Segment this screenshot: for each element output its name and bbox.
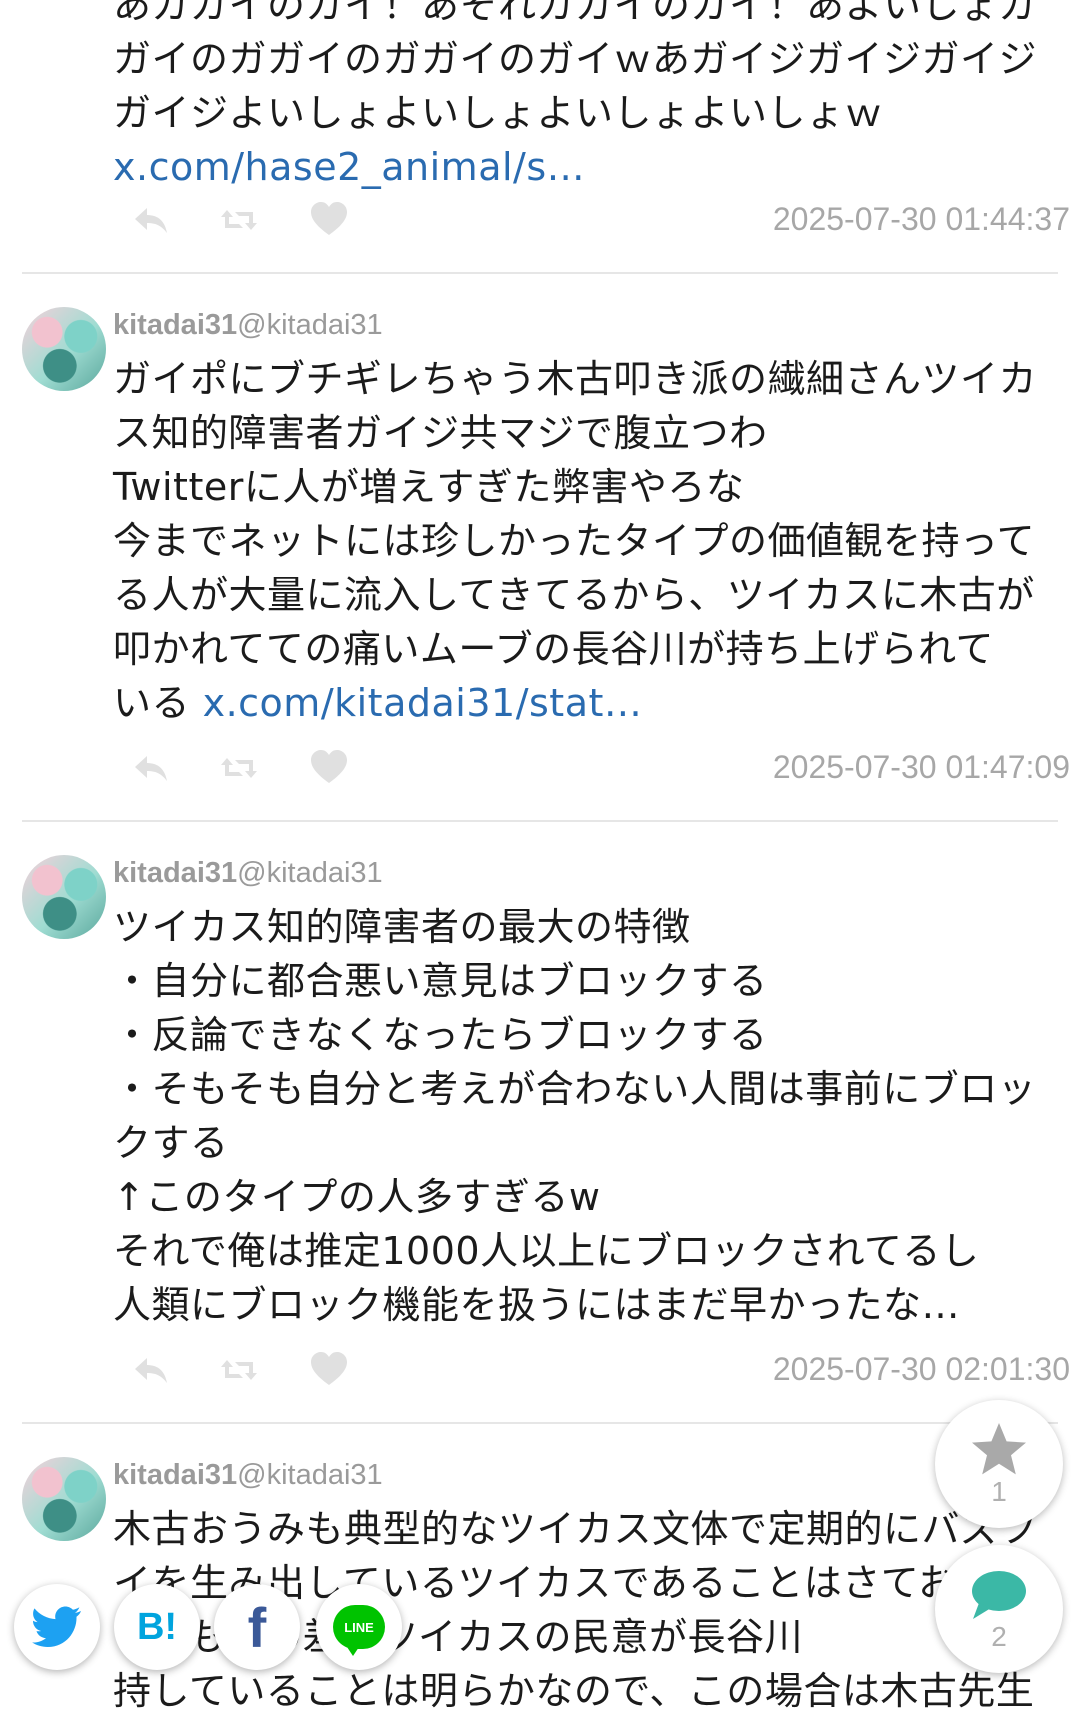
user-name: kitadai31: [113, 857, 238, 889]
post-text-line: ・そもそも自分と考えが合わない人間は事前にブロッ: [113, 1067, 1037, 1111]
post-text-tail: いる: [113, 681, 203, 725]
post-text-line: 人類にブロック機能を扱うにはまだ早かったな…: [113, 1283, 961, 1327]
post-text-line: Twitterに人が増えすぎた弊害やろな: [113, 465, 745, 509]
post-link[interactable]: x.com/kitadai31/stat…: [203, 681, 643, 725]
comment-button[interactable]: 2: [935, 1545, 1063, 1673]
user-handle: @kitadai31: [237, 1459, 383, 1491]
post-timestamp: 2025-07-30 02:01:30: [772, 1351, 1070, 1387]
retweet-icon[interactable]: [218, 748, 260, 788]
post-text-line-last: いる x.com/kitadai31/stat…: [113, 676, 1048, 730]
facebook-share-button[interactable]: f: [214, 1584, 300, 1670]
post-text-line: 木古おうみも典型的なツイカス文体で定期的にバズツ: [113, 1507, 1038, 1551]
reply-icon[interactable]: [130, 748, 172, 788]
post-author[interactable]: kitadai31@kitadai31: [113, 853, 383, 893]
post-text-line: 持していることは明らかなので、この場合は木古先生: [113, 1669, 1035, 1713]
line-share-button[interactable]: LINE: [316, 1584, 402, 1670]
user-handle: @kitadai31: [237, 309, 383, 341]
hatena-icon: B!: [136, 1605, 178, 1648]
post-text-line: ・自分に都合悪い意見はブロックする: [113, 959, 768, 1003]
heart-icon[interactable]: [308, 1350, 350, 1390]
user-handle: @kitadai31: [237, 857, 383, 889]
post-divider: [22, 1422, 1058, 1424]
heart-icon[interactable]: [308, 200, 350, 240]
post-author[interactable]: kitadai31@kitadai31: [113, 1455, 383, 1495]
post-actions: 2025-07-30 01:47:09: [130, 742, 1070, 792]
avatar[interactable]: [22, 307, 106, 391]
reply-icon[interactable]: [130, 1350, 172, 1390]
post-timestamp: 2025-07-30 01:44:37: [772, 201, 1070, 237]
post-author[interactable]: kitadai31@kitadai31: [113, 305, 383, 345]
post-text-line: ス知的障害者ガイジ共マジで腹立つわ: [113, 411, 768, 455]
comment-count: 2: [991, 1621, 1007, 1652]
avatar[interactable]: [22, 1457, 106, 1541]
post-actions: 2025-07-30 02:01:30: [130, 1344, 1070, 1394]
post-text: あガガイのガイ！あそれガガイのガイ！あよいしょガ ガイのガガイのガガイのガイｗあ…: [113, 0, 1048, 194]
post-text-line: る人が大量に流入してきてるから、ツイカスに木古が: [113, 573, 1035, 617]
facebook-icon: f: [247, 1595, 267, 1659]
post-text-line: 叩かれてての痛いムーブの長谷川が持ち上げられて: [113, 627, 994, 671]
retweet-icon[interactable]: [218, 200, 260, 240]
post-text-line: あガガイのガイ！あそれガガイのガイ！あよいしょガ: [113, 0, 1038, 27]
favorite-button[interactable]: 1: [935, 1400, 1063, 1528]
heart-icon[interactable]: [308, 748, 350, 788]
post-text: ツイカス知的障害者の最大の特徴 ・自分に都合悪い意見はブロックする ・反論できな…: [113, 900, 1048, 1332]
user-name: kitadai31: [113, 309, 238, 341]
user-name: kitadai31: [113, 1459, 238, 1491]
post-divider: [22, 820, 1058, 822]
post-text-line: ↑このタイプの人多すぎるw: [113, 1175, 601, 1219]
favorite-count: 1: [991, 1476, 1007, 1507]
post-text-line: ・反論できなくなったらブロックする: [113, 1013, 768, 1057]
post-text-line: 今までネットには珍しかったタイプの価値観を持って: [113, 519, 1036, 563]
post-text-line: ガイのガガイのガガイのガイｗあガイジガイジガイジ: [113, 37, 1038, 81]
speech-bubble-icon: [972, 1571, 1026, 1619]
line-label: LINE: [344, 1619, 374, 1635]
timeline-feed: あガガイのガイ！あそれガガイのガイ！あよいしょガ ガイのガガイのガガイのガイｗあ…: [0, 0, 1080, 1713]
post-text-line: それで俺は推定1000人以上にブロックされてるし: [113, 1229, 980, 1273]
line-icon: LINE: [333, 1605, 385, 1656]
post-text-line: ガイジよいしょよいしょよいしょよいしょｗ: [113, 91, 884, 135]
star-icon: [972, 1423, 1026, 1475]
post-timestamp: 2025-07-30 01:47:09: [772, 749, 1070, 785]
post-text: ガイポにブチギレちゃう木古叩き派の繊細さんツイカ ス知的障害者ガイジ共マジで腹立…: [113, 352, 1048, 730]
post-text-line: ガイポにブチギレちゃう木古叩き派の繊細さんツイカ: [113, 357, 1038, 401]
reply-icon[interactable]: [130, 200, 172, 240]
retweet-icon[interactable]: [218, 1350, 260, 1390]
twitter-bird-icon: [32, 1606, 81, 1647]
post-actions: 2025-07-30 01:44:37: [130, 194, 1070, 244]
post-divider: [22, 272, 1058, 274]
avatar[interactable]: [22, 855, 106, 939]
post-text-line: クする: [113, 1121, 229, 1165]
hatena-bookmark-button[interactable]: B!: [114, 1584, 200, 1670]
twitter-share-button[interactable]: [14, 1584, 100, 1670]
post-link[interactable]: x.com/hase2_animal/s…: [113, 140, 1048, 194]
post-text-line: ツイカス知的障害者の最大の特徴: [113, 905, 691, 949]
